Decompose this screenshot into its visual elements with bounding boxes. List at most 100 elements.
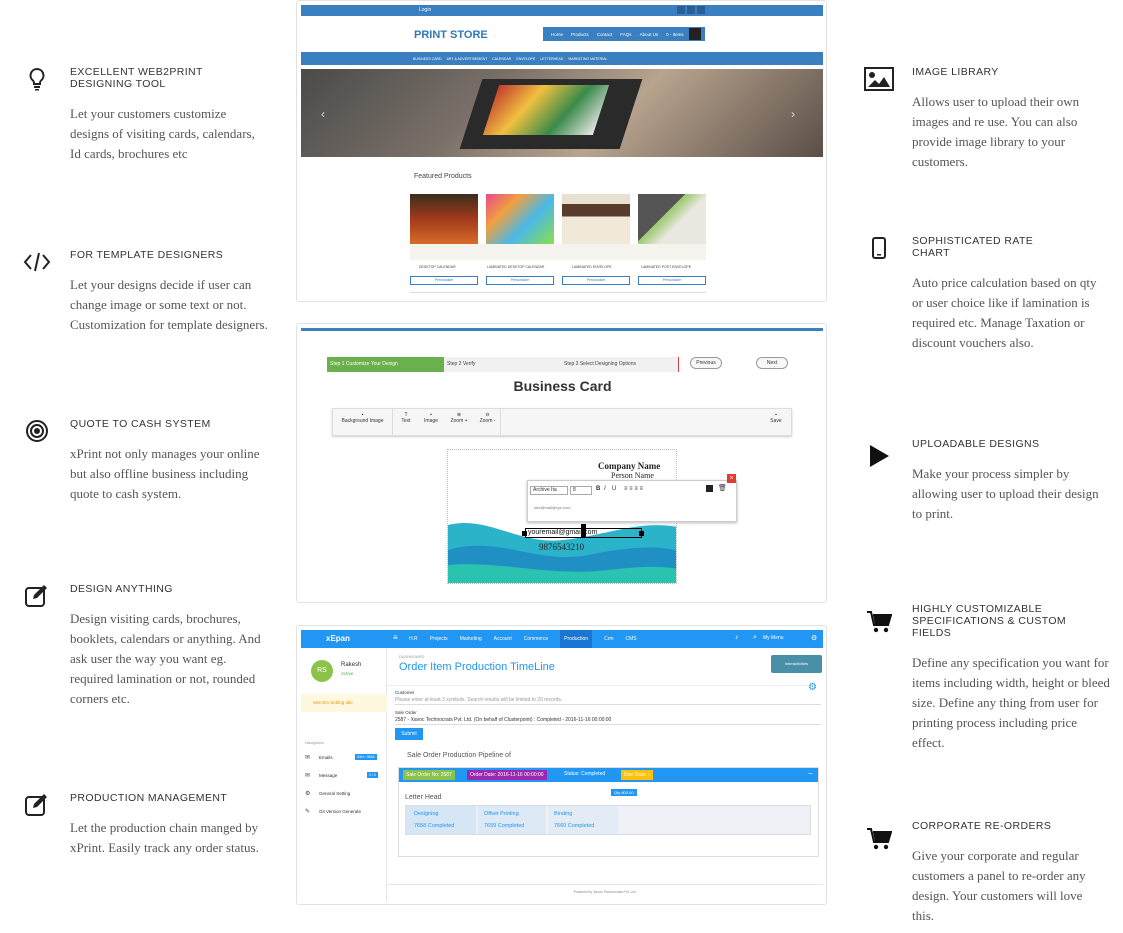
product-image[interactable] xyxy=(486,194,554,244)
menu-icon[interactable]: ≡ xyxy=(393,633,398,642)
mail-icon: ✉ xyxy=(305,773,311,779)
action-button[interactable]: Interactivities xyxy=(771,655,822,673)
store-topbar: Login xyxy=(301,5,823,16)
nav-git-version[interactable]: Git Version Generate xyxy=(319,809,361,814)
nav-cart[interactable]: 0 - Items xyxy=(666,32,684,37)
step-3[interactable]: Step 3 Select Designing Options xyxy=(561,357,679,372)
feature-title: IMAGE LIBRARY xyxy=(912,66,999,78)
feature-title: EXCELLENT WEB2PRINT DESIGNING TOOL xyxy=(70,66,203,90)
nav-about[interactable]: About Us xyxy=(640,32,659,37)
sale-order-input[interactable]: 2587 - Xavoc Technocrats Pvt. Ltd. (On b… xyxy=(395,716,821,725)
editor-title: Business Card xyxy=(513,378,612,394)
menu-account[interactable]: Account xyxy=(494,636,512,642)
resize-handle[interactable] xyxy=(639,531,644,536)
product-image[interactable] xyxy=(638,194,706,244)
align-icons[interactable]: ≡ ≡ ≡ ≡ xyxy=(624,486,643,492)
color-icon[interactable] xyxy=(706,485,713,492)
login-link[interactable]: Login xyxy=(419,7,431,13)
subnav-item[interactable]: ART & ADVERTISEMENT xyxy=(447,57,488,61)
warning-banner[interactable]: See Em Setting Idle xyxy=(301,694,387,712)
personalize-button[interactable]: Personalize xyxy=(562,276,630,285)
font-size-select[interactable]: 8 xyxy=(570,486,592,495)
italic-icon[interactable]: I xyxy=(604,486,606,492)
stage-binding[interactable]: Binding 7660 Completed xyxy=(548,806,618,834)
user-name[interactable]: Rakesh xyxy=(341,662,361,668)
submit-button[interactable]: Submit xyxy=(395,728,423,740)
move-handle[interactable] xyxy=(581,524,586,538)
step-2[interactable]: Step 2 Verify xyxy=(444,357,561,372)
settings-icon[interactable]: ⚙ xyxy=(811,634,817,642)
phone-text[interactable]: 9876543210 xyxy=(539,542,584,552)
product-image[interactable] xyxy=(562,194,630,244)
linkedin-icon[interactable] xyxy=(697,6,705,14)
close-icon[interactable]: × xyxy=(727,474,736,483)
underline-icon[interactable]: U xyxy=(612,486,616,492)
nav-contact[interactable]: Contact xyxy=(597,32,613,37)
personalize-button[interactable]: Personalize xyxy=(638,276,706,285)
nav-emails[interactable]: Emails xyxy=(319,755,333,760)
subnav-item[interactable]: LETTERHEAD xyxy=(540,57,563,61)
feature-text: Define any specification you want for it… xyxy=(912,655,1110,750)
prev-slide-icon[interactable]: ‹ xyxy=(321,107,325,121)
product-name: LAMINATED DESKTOP CALENDAR xyxy=(487,265,545,269)
text-tool[interactable]: T Text xyxy=(395,409,417,436)
breadcrumb[interactable]: DASHBOARD xyxy=(399,654,424,659)
search-icon[interactable]: ⌕ xyxy=(753,634,757,642)
menu-cms[interactable]: CMS xyxy=(626,636,637,642)
customer-input[interactable]: Please enter at least 3 symbols. Search … xyxy=(395,696,821,705)
subnav-item[interactable]: CALENDAR xyxy=(492,57,511,61)
admin-brand[interactable]: xEpan xyxy=(326,634,350,643)
stage-offset-printing[interactable]: Offset Printing 7659 Completed xyxy=(478,806,546,834)
step-1[interactable]: Step 1 Customize Your Design xyxy=(327,357,444,372)
product-image[interactable] xyxy=(410,194,478,244)
store-subnav: BUSINESS CARD ART & ADVERTISEMENT CALEND… xyxy=(301,52,823,65)
resize-handle[interactable] xyxy=(522,531,527,536)
menu-marketing[interactable]: Marketing xyxy=(460,636,482,642)
next-slide-icon[interactable]: › xyxy=(791,107,795,121)
menu-icon[interactable] xyxy=(689,28,701,40)
settings-icon[interactable]: ⚙ xyxy=(808,682,823,697)
font-select[interactable]: Archive Ita xyxy=(530,486,568,495)
subnav-item[interactable]: ENVELOPE xyxy=(516,57,535,61)
zoom-in-tool[interactable]: ⊕ Zoom + xyxy=(447,409,471,436)
save-tool[interactable]: ▪ Save xyxy=(763,409,789,436)
menu-commerce[interactable]: Commerce xyxy=(524,636,548,642)
bold-icon[interactable]: B xyxy=(596,486,600,492)
featured-title: Featured Products xyxy=(414,173,472,180)
personalize-button[interactable]: Personalize xyxy=(486,276,554,285)
person-name-text[interactable]: Person Name xyxy=(611,471,654,480)
subnav-item[interactable]: MARKETING MATERIAL xyxy=(568,57,607,61)
previous-button[interactable]: Previous xyxy=(690,357,722,369)
menu-production[interactable]: Production xyxy=(560,630,593,648)
facebook-icon[interactable] xyxy=(677,6,685,14)
nav-faqs[interactable]: FAQs xyxy=(620,32,631,37)
image-tool[interactable]: ▪ Image xyxy=(419,409,443,436)
user-menu[interactable]: My Menu xyxy=(763,635,784,641)
nav-general-setting[interactable]: General Setting xyxy=(319,791,350,796)
personalize-button[interactable]: Personalize xyxy=(410,276,478,285)
bell-icon[interactable]: ♪ xyxy=(735,634,739,641)
stage-designing[interactable]: Designing 7658 Completed xyxy=(406,806,476,834)
store-logo[interactable]: PRINT STORE xyxy=(414,29,488,41)
menu-projects[interactable]: Projects xyxy=(430,636,448,642)
subnav-item[interactable]: BUSINESS CARD xyxy=(413,57,442,61)
zoom-out-tool[interactable]: ⊖ Zoom - xyxy=(475,409,501,436)
nav-products[interactable]: Products xyxy=(571,32,589,37)
delete-icon[interactable]: 🗑 xyxy=(718,484,727,492)
nav-message[interactable]: Message xyxy=(319,773,337,778)
menu-crm[interactable]: Crm xyxy=(604,636,613,642)
next-button[interactable]: Next xyxy=(756,357,788,369)
admin-footer: Powered by Xavoc Technocrats Pvt. Ltd. xyxy=(387,884,823,902)
company-name-text[interactable]: Company Name xyxy=(598,461,660,471)
twitter-icon[interactable] xyxy=(687,6,695,14)
avatar[interactable]: RS xyxy=(311,660,333,682)
background-image-tool[interactable]: ▪ Background Image xyxy=(333,409,393,436)
feature-uploadable-designs: UPLOADABLE DESIGNS Make your process sim… xyxy=(870,438,1112,524)
page-title: Order Item Production TimeLine xyxy=(399,661,555,673)
designer-screenshot: Step 1 Customize Your Design Step 2 Veri… xyxy=(296,323,827,603)
collapse-icon[interactable]: − xyxy=(808,769,813,778)
feature-web2print: EXCELLENT WEB2PRINT DESIGNING TOOL Let y… xyxy=(29,66,270,164)
nav-home[interactable]: Home xyxy=(551,32,563,37)
store-nav: Home Products Contact FAQs About Us 0 - … xyxy=(543,27,705,41)
menu-hr[interactable]: H.R xyxy=(409,636,418,642)
